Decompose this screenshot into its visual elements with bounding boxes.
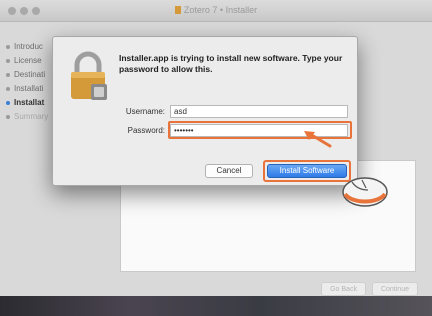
cancel-button[interactable]: Cancel [205, 164, 253, 178]
step-installation-type: Installati [0, 82, 60, 96]
continue-button[interactable]: Continue [371, 282, 418, 296]
go-back-button[interactable]: Go Back [321, 282, 366, 296]
step-introduction: Introduc [0, 40, 60, 54]
password-label: Password: [127, 126, 165, 135]
installer-steps: Introduc License Destinati Installati In… [0, 40, 60, 124]
lock-icon [71, 51, 107, 100]
username-label: Username: [125, 107, 165, 116]
step-label: Installati [14, 84, 44, 93]
step-bullet [6, 87, 10, 91]
step-bullet [6, 45, 10, 49]
step-bullet [6, 73, 10, 77]
desktop-background [0, 296, 432, 316]
auth-message: Installer.app is trying to install new s… [119, 53, 343, 74]
step-label: Destinati [14, 70, 46, 79]
step-label: Summary [14, 112, 49, 121]
window-title-text: Zotero 7 • Installer [183, 5, 258, 15]
package-icon [174, 6, 181, 14]
step-summary: Summary [0, 110, 60, 124]
step-bullet [6, 59, 10, 63]
step-bullet [6, 115, 10, 119]
mouse-icon [342, 177, 388, 207]
installer-nav-buttons: Go Back Continue [321, 282, 418, 296]
step-destination: Destinati [0, 68, 60, 82]
step-label: License [14, 56, 42, 65]
username-field[interactable]: asd [170, 105, 348, 118]
step-installation: Installat [0, 96, 60, 110]
auth-dialog: Installer.app is trying to install new s… [52, 36, 358, 186]
step-label: Installat [14, 98, 45, 107]
step-license: License [0, 54, 60, 68]
installer-titlebar: Zotero 7 • Installer [0, 0, 432, 22]
step-label: Introduc [14, 42, 43, 51]
window-title: Zotero 7 • Installer [0, 5, 432, 15]
pointer-arrow-icon [304, 131, 332, 148]
step-bullet [6, 101, 10, 105]
